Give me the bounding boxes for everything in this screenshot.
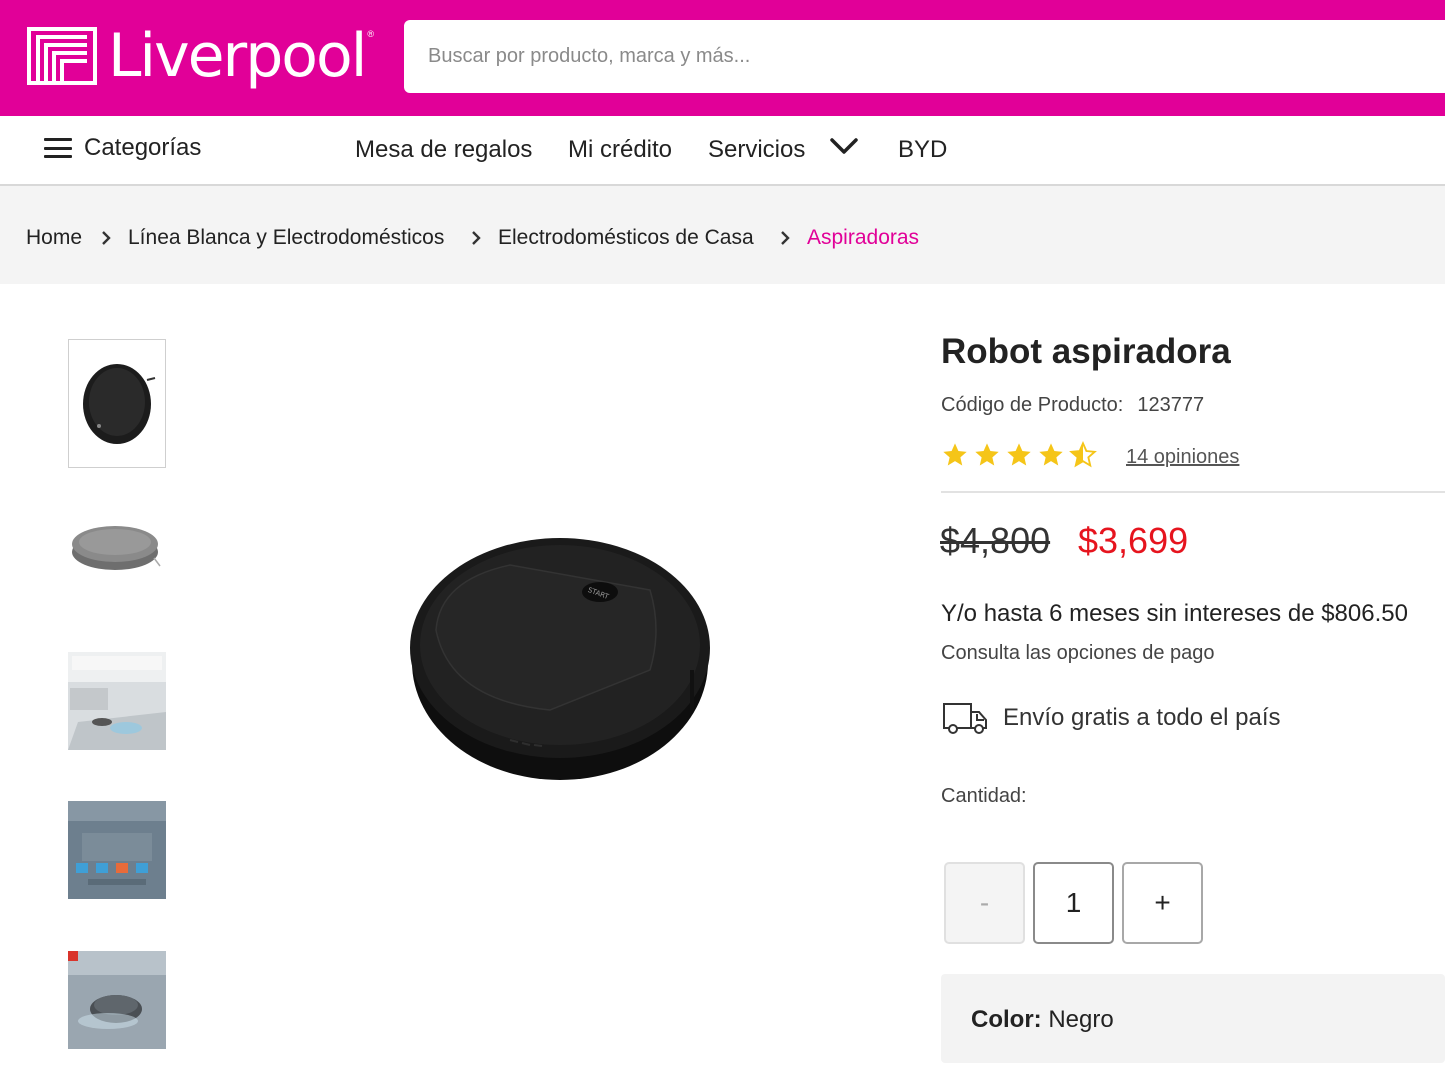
quantity-increase-button[interactable]: + [1122, 862, 1203, 944]
logo-wordmark: Liverpool [108, 21, 367, 91]
sale-price: $3,699 [1078, 520, 1189, 561]
chevron-right-icon [102, 231, 111, 245]
star-full-icon [975, 443, 999, 466]
hamburger-icon [44, 138, 72, 158]
robot-vacuum-side-image [72, 526, 161, 570]
categories-label: Categorías [84, 134, 202, 161]
nav-link-mesa-de-regalos[interactable]: Mesa de regalos [355, 136, 532, 164]
robot-vacuum-top-image [83, 364, 156, 444]
liverpool-logo-icon [27, 27, 97, 85]
top-header: Liverpool ® [0, 0, 1445, 116]
breadcrumb-home[interactable]: Home [26, 226, 82, 250]
search-input[interactable] [428, 45, 1445, 68]
free-shipping: Envío gratis a todo el país [941, 700, 1281, 736]
product-code-value: 123777 [1137, 394, 1205, 416]
quantity-label: Cantidad: [941, 785, 1027, 807]
categories-menu-button[interactable]: Categorías [44, 134, 201, 162]
thumbnail-2[interactable] [68, 500, 166, 598]
living-room-image [68, 652, 166, 750]
main-product-image[interactable]: START [400, 520, 720, 790]
breadcrumb: Home Línea Blanca y Electrodomésticos El… [0, 186, 1445, 284]
star-full-icon [1007, 443, 1031, 466]
rating-stars [941, 441, 1097, 469]
chevron-down-icon[interactable] [830, 136, 858, 156]
chevron-right-icon [781, 231, 790, 245]
nav-link-mi-credito[interactable]: Mi crédito [568, 136, 672, 164]
breadcrumb-electrodomesticos[interactable]: Electrodomésticos de Casa [498, 226, 754, 250]
color-selector[interactable]: Color: Negro [941, 974, 1445, 1063]
product-title: Robot aspiradora [941, 332, 1231, 371]
liverpool-logo[interactable]: Liverpool ® [26, 18, 374, 94]
original-price: $4,800 [940, 520, 1051, 561]
nav-link-servicios[interactable]: Servicios [708, 136, 805, 164]
search-bar[interactable] [404, 20, 1445, 93]
quantity-input[interactable]: 1 [1033, 862, 1114, 944]
chevron-right-icon [472, 231, 481, 245]
star-half-icon [1069, 441, 1097, 468]
feature-diagram-image [68, 801, 166, 899]
free-shipping-label: Envío gratis a todo el país [1003, 704, 1281, 731]
thumbnail-5[interactable] [68, 951, 166, 1049]
nav-link-byd[interactable]: BYD [898, 136, 947, 164]
star-full-icon [943, 443, 967, 466]
product-code: Código de Producto: 123777 [941, 394, 1204, 417]
color-value: Negro [1048, 1006, 1114, 1033]
reviews-link[interactable]: 14 opiniones [1126, 446, 1239, 469]
registered-mark: ® [367, 29, 375, 39]
truck-icon [943, 703, 987, 734]
mopping-image [68, 951, 166, 1049]
main-nav: Categorías Mesa de regalos Mi crédito Se… [0, 116, 1445, 186]
quantity-decrease-button[interactable]: - [944, 862, 1025, 944]
star-full-icon [1039, 443, 1063, 466]
breadcrumb-aspiradoras[interactable]: Aspiradoras [807, 226, 919, 250]
product-code-label: Código de Producto: [941, 394, 1124, 416]
payment-options-link[interactable]: Consulta las opciones de pago [941, 642, 1215, 665]
color-text: Color: Negro [971, 1006, 1114, 1034]
thumbnail-1[interactable] [68, 339, 166, 468]
divider [941, 491, 1445, 493]
color-label: Color: [971, 1006, 1042, 1033]
thumbnail-3[interactable] [68, 652, 166, 750]
thumbnail-4[interactable] [68, 801, 166, 899]
breadcrumb-linea-blanca[interactable]: Línea Blanca y Electrodomésticos [128, 226, 444, 250]
installments-text: Y/o hasta 6 meses sin intereses de $806.… [941, 600, 1408, 627]
